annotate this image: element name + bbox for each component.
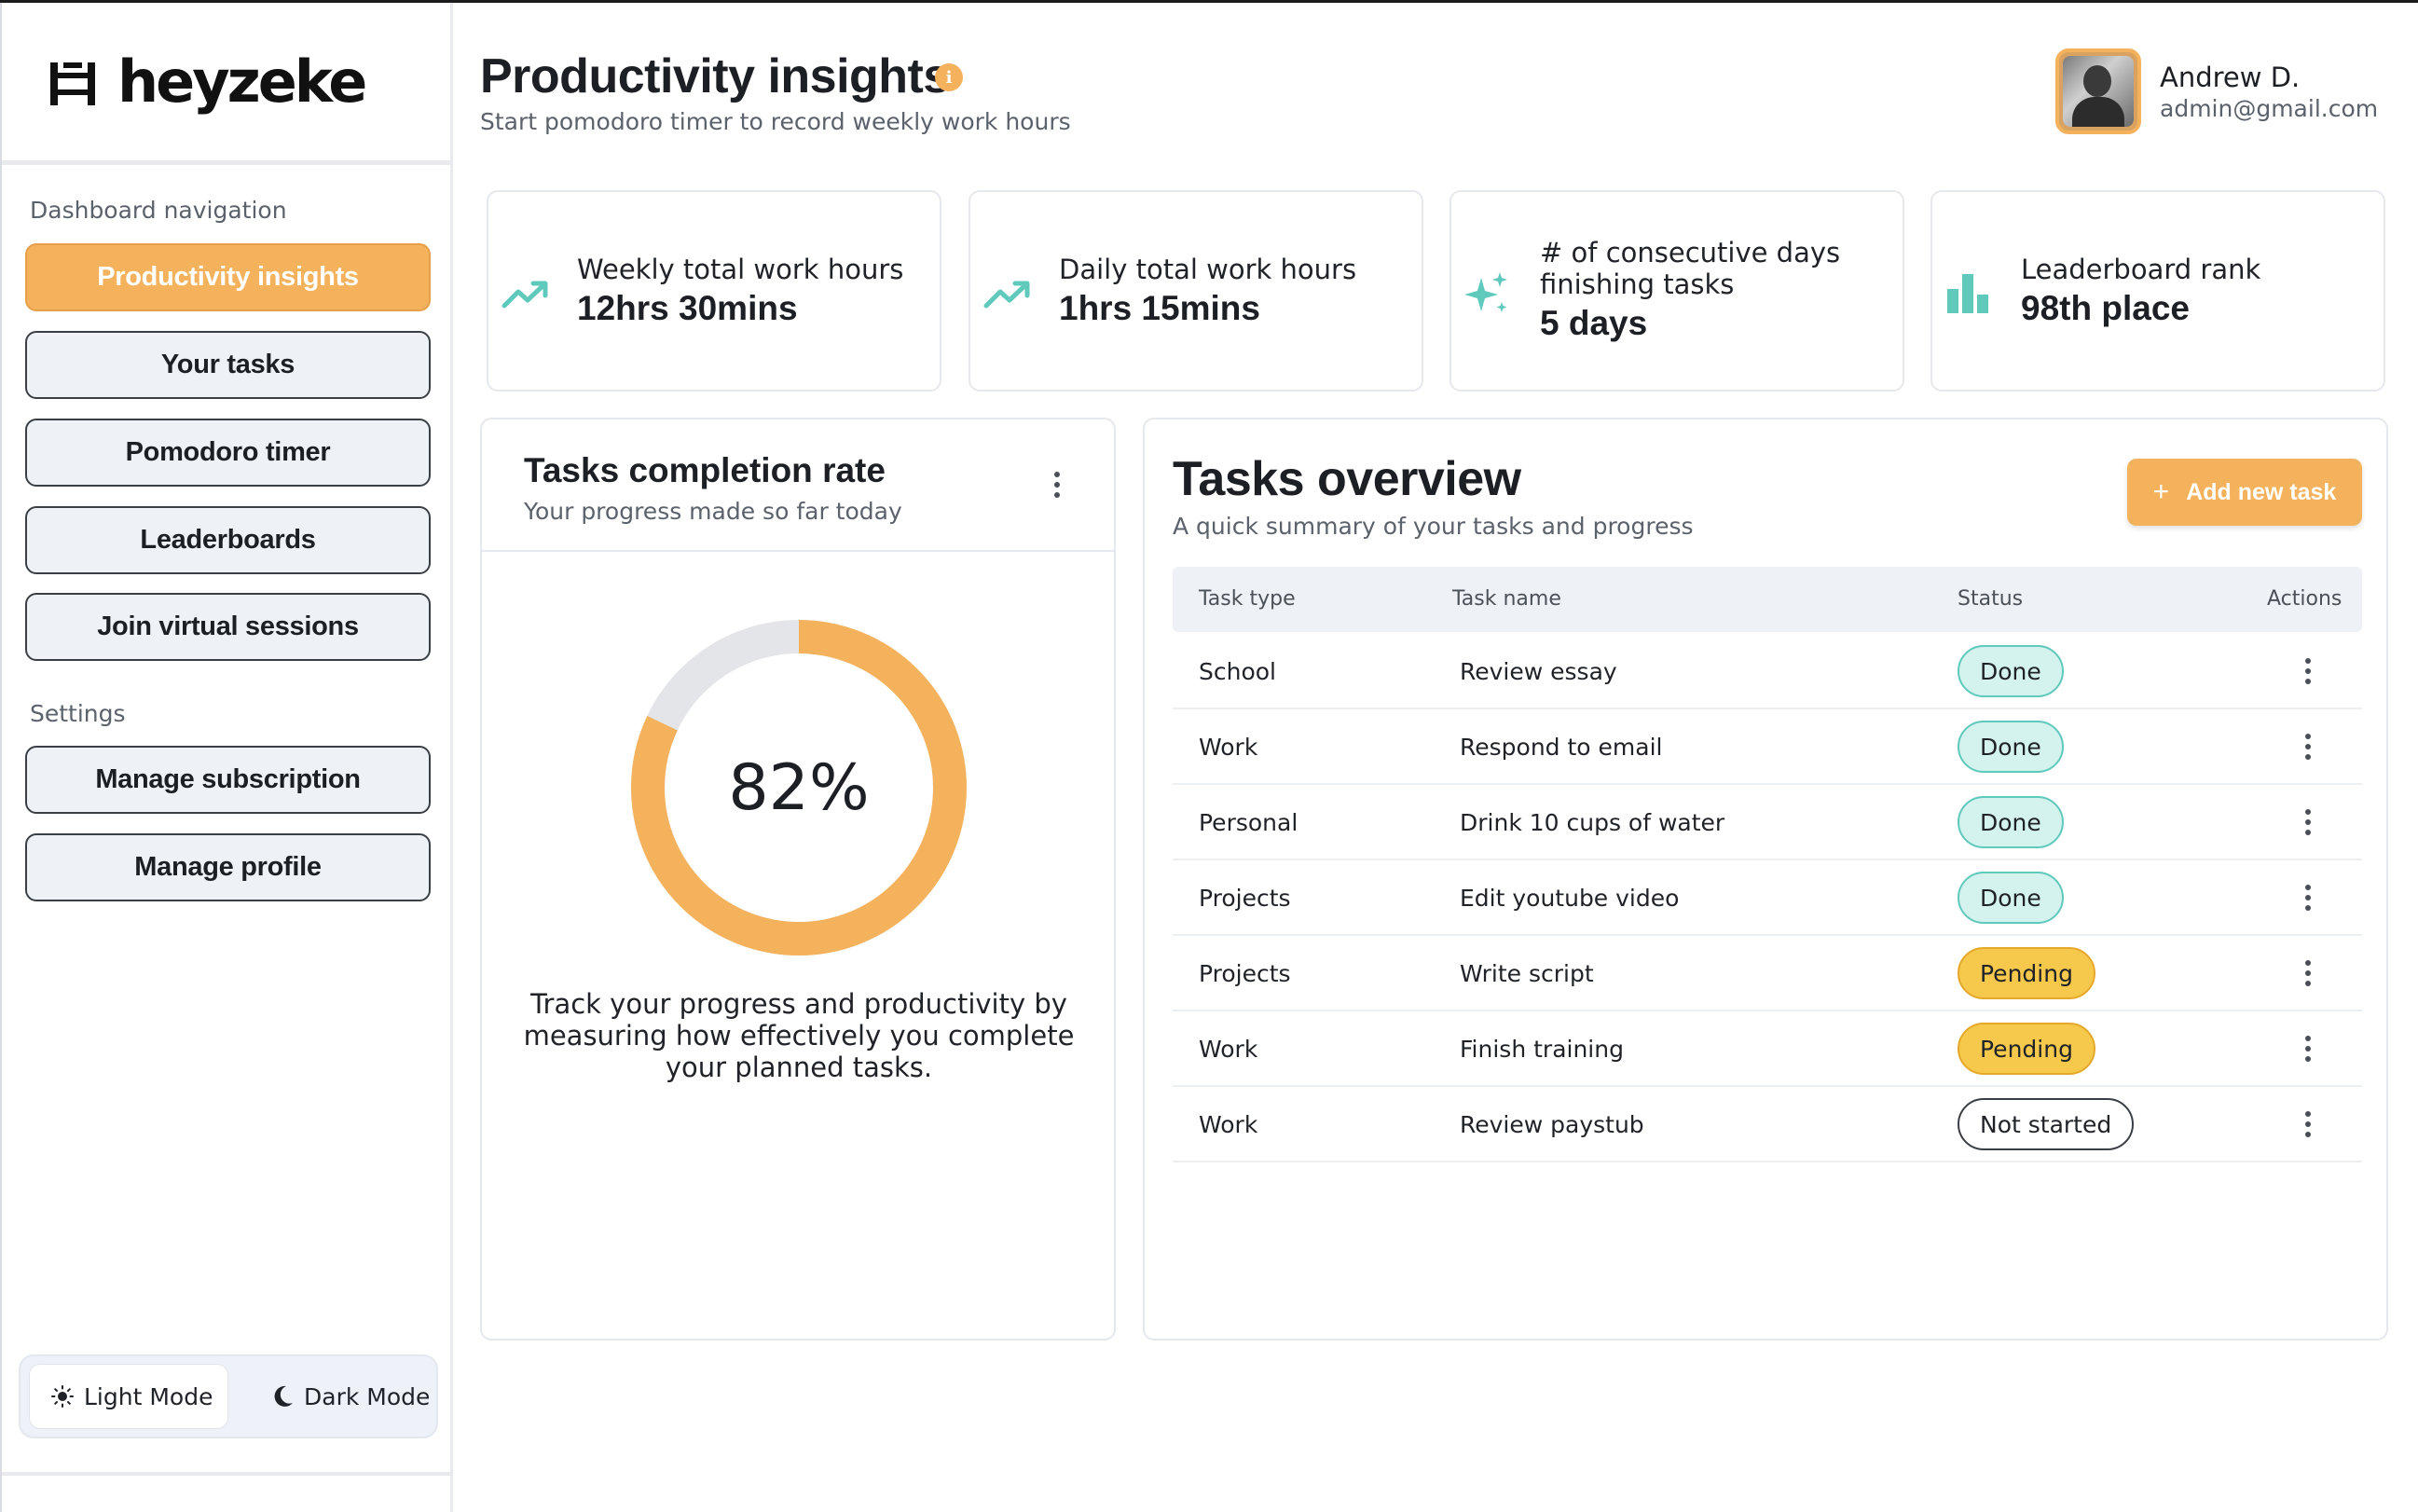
status-badge: Pending <box>1958 947 2095 999</box>
nav-item-pomodoro-timer[interactable]: Pomodoro timer <box>25 419 431 487</box>
table-row[interactable]: Work Respond to email Done <box>1173 709 2362 785</box>
tasks-overview-card: Tasks overview A quick summary of your t… <box>1143 418 2388 1340</box>
stat-label: # of consecutive days finishing tasks <box>1540 237 1841 300</box>
row-actions-icon[interactable] <box>2299 804 2317 841</box>
user-email: admin@gmail.com <box>2160 95 2379 122</box>
table-row[interactable]: Work Review paystub Not started <box>1173 1087 2362 1162</box>
row-actions-icon[interactable] <box>2299 728 2317 765</box>
stat-value: 1hrs 15mins <box>1059 289 1260 327</box>
nav-item-manage-profile[interactable]: Manage profile <box>25 833 431 901</box>
add-new-task-label: Add new task <box>2186 478 2337 505</box>
status-badge: Done <box>1958 721 2064 773</box>
nav-item-leaderboards[interactable]: Leaderboards <box>25 506 431 574</box>
page-title: Productivity insights <box>480 49 950 103</box>
column-header-actions: Actions <box>2267 587 2342 611</box>
user-name: Andrew D. <box>2160 62 2301 93</box>
task-name-cell: Drink 10 cups of water <box>1460 809 1725 836</box>
row-actions-icon[interactable] <box>2299 1106 2317 1143</box>
task-type-cell: Work <box>1199 1036 1258 1063</box>
stat-value: 98th place <box>2021 289 2190 327</box>
dark-mode-button[interactable]: Dark Mode <box>254 1364 431 1429</box>
task-type-cell: Personal <box>1199 809 1298 836</box>
stat-card-consecutive-days: # of consecutive days finishing tasks 5 … <box>1449 190 1904 392</box>
bar-chart-icon <box>1947 274 1988 313</box>
stat-label: Leaderboard rank <box>2021 254 2261 285</box>
trending-up-icon <box>983 281 1030 309</box>
stat-label: Daily total work hours <box>1059 254 1357 285</box>
info-icon[interactable]: i <box>935 63 963 91</box>
row-actions-icon[interactable] <box>2299 879 2317 916</box>
table-header: Task type Task name Status Actions <box>1173 567 2362 632</box>
row-actions-icon[interactable] <box>2299 955 2317 992</box>
logo-mark-icon <box>50 62 95 105</box>
task-type-cell: Projects <box>1199 885 1291 912</box>
sparkles-icon <box>1464 272 1507 312</box>
status-badge: Not started <box>1958 1098 2135 1150</box>
table-row[interactable]: Projects Edit youtube video Done <box>1173 860 2362 936</box>
completion-description: Track your progress and productivity by … <box>523 988 1075 1083</box>
more-options-icon[interactable] <box>1048 466 1066 503</box>
trending-up-icon <box>501 281 548 309</box>
status-badge: Done <box>1958 796 2064 848</box>
stat-card-daily-hours: Daily total work hours 1hrs 15mins <box>969 190 1423 392</box>
task-type-cell: Projects <box>1199 960 1291 987</box>
brand-name: heyzeke <box>117 48 367 116</box>
task-name-cell: Review paystub <box>1460 1111 1644 1138</box>
nav-item-join-virtual-sessions[interactable]: Join virtual sessions <box>25 593 431 661</box>
task-name-cell: Respond to email <box>1460 734 1663 761</box>
stat-value: 12hrs 30mins <box>577 289 798 327</box>
task-name-cell: Finish training <box>1460 1036 1624 1063</box>
column-header-task-type[interactable]: Task type <box>1199 587 1296 611</box>
task-name-cell: Review essay <box>1460 658 1617 685</box>
sun-icon <box>51 1385 74 1408</box>
column-header-task-name[interactable]: Task name <box>1452 587 1561 611</box>
avatar-photo <box>2063 56 2134 127</box>
completion-percent: 82% <box>728 750 870 825</box>
theme-toggle: Light Mode Dark Mode <box>19 1354 438 1438</box>
nav-heading: Dashboard navigation <box>30 197 287 224</box>
stat-value: 5 days <box>1540 304 1648 342</box>
stat-label: Weekly total work hours <box>577 254 904 285</box>
nav-item-your-tasks[interactable]: Your tasks <box>25 331 431 399</box>
sidebar-divider <box>2 1472 453 1476</box>
nav-item-manage-subscription[interactable]: Manage subscription <box>25 746 431 814</box>
avatar[interactable] <box>2055 48 2141 134</box>
nav-item-productivity-insights[interactable]: Productivity insights <box>25 243 431 311</box>
sidebar: heyzeke Dashboard navigation Productivit… <box>0 3 453 1512</box>
overview-title: Tasks overview <box>1173 452 1521 506</box>
status-badge: Pending <box>1958 1023 2095 1075</box>
moon-icon <box>274 1385 293 1407</box>
completion-card-header: Tasks completion rate Your progress made… <box>482 419 1114 552</box>
task-type-cell: Work <box>1199 734 1258 761</box>
add-new-task-button[interactable]: + Add new task <box>2127 459 2362 526</box>
row-actions-icon[interactable] <box>2299 653 2317 690</box>
dark-mode-label: Dark Mode <box>304 1382 431 1410</box>
task-type-cell: School <box>1199 658 1276 685</box>
brand-logo[interactable]: heyzeke <box>2 3 453 165</box>
plus-icon: + <box>2152 476 2170 507</box>
row-actions-icon[interactable] <box>2299 1030 2317 1067</box>
stat-card-weekly-hours: Weekly total work hours 12hrs 30mins <box>487 190 941 392</box>
task-type-cell: Work <box>1199 1111 1258 1138</box>
table-row[interactable]: Personal Drink 10 cups of water Done <box>1173 785 2362 860</box>
status-badge: Done <box>1958 645 2064 697</box>
light-mode-button[interactable]: Light Mode <box>29 1364 228 1429</box>
completion-title: Tasks completion rate <box>524 451 886 489</box>
light-mode-label: Light Mode <box>84 1382 213 1410</box>
tasks-completion-card: Tasks completion rate Your progress made… <box>480 418 1116 1340</box>
settings-heading: Settings <box>30 700 126 727</box>
task-name-cell: Edit youtube video <box>1460 885 1680 912</box>
stat-card-leaderboard-rank: Leaderboard rank 98th place <box>1930 190 2385 392</box>
overview-subtitle: A quick summary of your tasks and progre… <box>1173 513 1694 540</box>
status-badge: Done <box>1958 872 2064 924</box>
table-row[interactable]: Work Finish training Pending <box>1173 1011 2362 1087</box>
task-name-cell: Write script <box>1460 960 1594 987</box>
completion-subtitle: Your progress made so far today <box>524 498 902 525</box>
table-row[interactable]: Projects Write script Pending <box>1173 936 2362 1011</box>
page-subtitle: Start pomodoro timer to record weekly wo… <box>480 108 1071 135</box>
column-header-status[interactable]: Status <box>1958 587 2023 611</box>
table-row[interactable]: School Review essay Done <box>1173 634 2362 709</box>
